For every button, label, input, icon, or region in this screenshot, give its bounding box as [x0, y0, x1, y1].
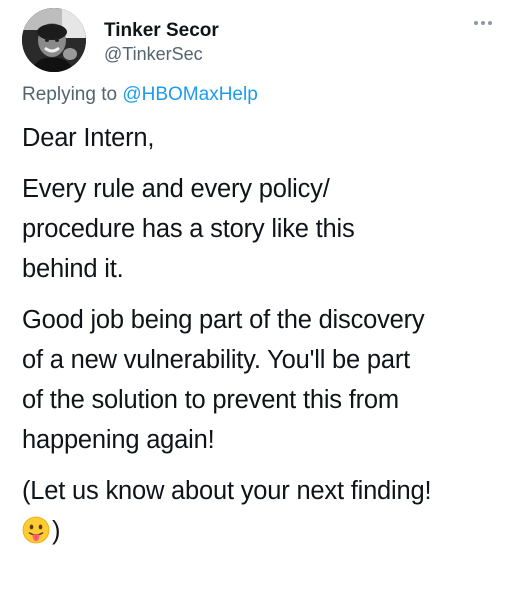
tweet-header: Tinker Secor @TinkerSec	[22, 8, 502, 76]
tweet-paragraph: Every rule and every policy/ procedure h…	[22, 169, 508, 289]
avatar[interactable]	[22, 8, 86, 72]
text-line: )	[22, 511, 508, 551]
user-handle[interactable]: @TinkerSec	[104, 44, 203, 65]
tweet-text: Dear Intern, Every rule and every policy…	[22, 118, 508, 562]
text-line: behind it.	[22, 255, 124, 283]
closing-paren: )	[52, 517, 61, 545]
text-line: of a new vulnerability. You'll be part	[22, 346, 411, 374]
text-line: of the solution to prevent this from	[22, 386, 399, 414]
text-line: happening again!	[22, 426, 215, 454]
replying-to-label: Replying to	[22, 84, 118, 105]
tweet-paragraph: Good job being part of the discovery of …	[22, 300, 508, 460]
text-line: Good job being part of the discovery	[22, 306, 425, 334]
text-line: procedure has a story like this	[22, 215, 355, 243]
tweet-paragraph: (Let us know about your next finding! )	[22, 471, 508, 551]
ellipsis-icon[interactable]	[472, 16, 494, 28]
avatar-image	[22, 8, 86, 72]
text-line: Every rule and every policy/	[22, 175, 330, 203]
face-with-tongue-emoji	[22, 516, 50, 544]
replying-to: Replying to @HBOMaxHelp	[22, 84, 258, 106]
reply-mention-link[interactable]: @HBOMaxHelp	[122, 84, 257, 105]
tweet-paragraph: Dear Intern,	[22, 118, 508, 158]
text-line: Dear Intern,	[22, 124, 155, 152]
text-line: (Let us know about your next finding!	[22, 477, 432, 505]
display-name[interactable]: Tinker Secor	[104, 20, 219, 42]
tweet: Tinker Secor @TinkerSec Replying to @HBO…	[0, 0, 519, 590]
